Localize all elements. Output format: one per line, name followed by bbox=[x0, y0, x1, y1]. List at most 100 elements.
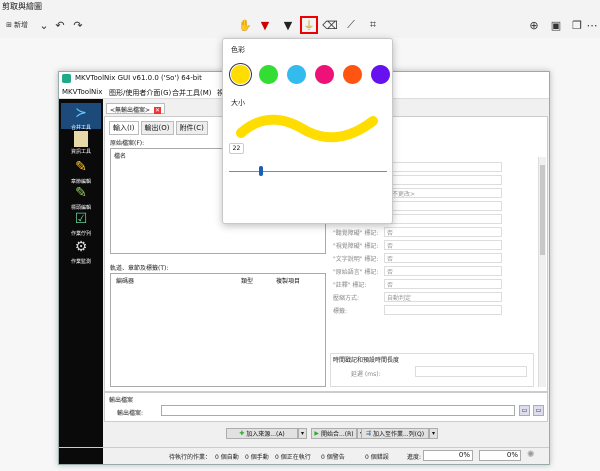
sub-tabs: 輸入(I) 輸出(O) 附件(C) bbox=[109, 121, 208, 135]
property-row: 標籤: bbox=[330, 304, 536, 316]
browse-folder-icon[interactable]: ▭ bbox=[533, 405, 544, 416]
status-manual: 0 個手動 bbox=[245, 454, 269, 461]
property-label: "視覺障礙" 標記: bbox=[333, 243, 379, 250]
delay-label: 延遲 (ms): bbox=[351, 371, 381, 378]
touch-write-icon[interactable]: ✋ bbox=[237, 17, 253, 33]
property-value[interactable]: 否 bbox=[384, 266, 502, 276]
stroke-preview bbox=[236, 114, 378, 143]
property-value[interactable]: 自動判定 bbox=[384, 292, 502, 302]
output-file-input[interactable] bbox=[161, 405, 515, 416]
property-value[interactable] bbox=[384, 175, 502, 185]
color-swatch[interactable] bbox=[315, 65, 334, 84]
output-section: 輸出檔案 輸出檔案: ▭ ▭ bbox=[104, 392, 548, 422]
property-row: "聽覺障礙" 標記: 否 bbox=[330, 226, 536, 238]
property-value[interactable]: 否 bbox=[384, 214, 502, 224]
color-swatch[interactable] bbox=[287, 65, 306, 84]
timing-title: 時間戳記和預設時間長度 bbox=[333, 357, 400, 364]
mkv-sidebar: ≻ 合并工具 資訊工具 ✎ 章節編輯 ✎ 標頭編輯 ☑ 作業佇列 ⚙ 作業監測 bbox=[59, 99, 103, 464]
highlighter-icon[interactable]: ⏚ bbox=[300, 16, 318, 34]
status-auto: 0 個自動 bbox=[215, 454, 239, 461]
status-warnings: 0 個警告 bbox=[321, 454, 345, 461]
stroke-preview-path bbox=[236, 114, 378, 143]
menu-mkvtoolnix[interactable]: MKVToolNix bbox=[62, 88, 102, 96]
tab-output[interactable]: 輸出(O) bbox=[140, 121, 174, 135]
timing-section: 時間戳記和預設時間長度 延遲 (ms): bbox=[330, 353, 534, 387]
property-value[interactable] bbox=[384, 305, 502, 315]
side-header[interactable]: ✎ 標頭編輯 bbox=[61, 183, 101, 211]
side-info[interactable]: 資訊工具 bbox=[61, 131, 101, 155]
progress-box-1: 0% bbox=[423, 450, 473, 461]
delay-input[interactable] bbox=[415, 366, 527, 377]
menu-gui[interactable]: 图形/使用者介面(G) bbox=[109, 88, 171, 98]
output-file-label: 輸出檔案: bbox=[117, 410, 144, 417]
tab-input[interactable]: 輸入(I) bbox=[109, 121, 139, 135]
status-running: 0 個正在執行 bbox=[275, 454, 311, 461]
side-queue[interactable]: ☑ 作業佇列 bbox=[61, 209, 101, 237]
property-value[interactable]: 否 bbox=[384, 253, 502, 263]
property-label: "文字說明" 標記: bbox=[333, 256, 379, 263]
property-value[interactable]: 否 bbox=[384, 227, 502, 237]
ballpoint-pen-icon[interactable]: ▼ bbox=[257, 17, 273, 33]
status-progress-label: 進度: bbox=[407, 454, 422, 461]
status-errors: 0 個錯誤 bbox=[365, 454, 389, 461]
doc-tab[interactable]: <無輸出檔案> ✕ bbox=[106, 103, 166, 114]
col-type: 類型 bbox=[241, 278, 254, 285]
zoom-icon[interactable]: ⊕ bbox=[526, 17, 542, 33]
pencil-icon[interactable]: ▼ bbox=[280, 17, 296, 33]
side-merge[interactable]: ≻ 合并工具 bbox=[61, 103, 101, 131]
mkv-app-icon bbox=[62, 74, 71, 83]
add-source-button[interactable]: ✚ 加入來源...(A) bbox=[226, 428, 298, 439]
property-label: 壓縮方式: bbox=[333, 295, 360, 302]
color-swatch[interactable] bbox=[259, 65, 278, 84]
size-label: 大小 bbox=[231, 99, 245, 107]
save-file-icon[interactable]: ▭ bbox=[519, 405, 530, 416]
property-value[interactable]: 是 bbox=[384, 201, 502, 211]
property-row: "註釋" 標記: 否 bbox=[330, 278, 536, 290]
add-job-dropdown[interactable]: ▾ bbox=[429, 428, 438, 439]
play-icon: ▶ bbox=[314, 430, 320, 437]
crop-icon[interactable]: ⌗ bbox=[365, 17, 381, 33]
property-value[interactable]: 是 bbox=[384, 162, 502, 172]
new-button[interactable]: ⊞ 新增 bbox=[2, 17, 32, 33]
copy-icon[interactable]: ❐ bbox=[569, 17, 585, 33]
side-monitor[interactable]: ⚙ 作業監測 bbox=[61, 237, 101, 265]
add-source-dropdown[interactable]: ▾ bbox=[298, 428, 307, 439]
col-codec: 編碼器 bbox=[116, 278, 135, 285]
job-queue-icon: ☑ bbox=[74, 211, 88, 227]
color-swatch[interactable] bbox=[231, 65, 250, 84]
start-mux-button[interactable]: ▶ 開始合...(R) bbox=[311, 428, 357, 439]
add-job-button[interactable]: ⇶ 加入至作業...列(Q) bbox=[361, 428, 429, 439]
plus-icon: ✚ bbox=[239, 430, 245, 437]
tab-attachments[interactable]: 附件(C) bbox=[175, 121, 208, 135]
properties-scrollbar[interactable] bbox=[538, 157, 546, 387]
ruler-icon[interactable]: ⟋ bbox=[343, 17, 359, 33]
chevron-down-icon[interactable]: ⌄ bbox=[36, 17, 52, 33]
undo-icon[interactable]: ↶ bbox=[52, 17, 68, 33]
color-swatch[interactable] bbox=[343, 65, 362, 84]
color-label: 色彩 bbox=[231, 46, 245, 54]
col-copy: 複製項目 bbox=[276, 278, 301, 285]
toolbar: ⊞ 新增 ⌄ ↶ ↷ ✋ ▼ ▼ ⏚ ⌫ ⟋ ⌗ ⊕ ▣ ❐ ⋯ bbox=[0, 12, 600, 38]
eraser-icon[interactable]: ⌫ bbox=[322, 17, 338, 33]
close-icon[interactable]: ✕ bbox=[153, 107, 162, 114]
output-section-title: 輸出檔案 bbox=[109, 397, 134, 404]
property-label: "原始語言" 標記: bbox=[333, 269, 379, 276]
tracks-list[interactable]: 編碼器 類型 複製項目 bbox=[110, 273, 326, 387]
size-slider-thumb[interactable] bbox=[259, 166, 263, 176]
spinner-icon: ✺ bbox=[527, 450, 535, 460]
property-value[interactable]: 否 bbox=[384, 240, 502, 250]
size-slider[interactable] bbox=[229, 171, 387, 172]
property-label: "聽覺障礙" 標記: bbox=[333, 230, 379, 237]
side-chapter[interactable]: ✎ 章節編輯 bbox=[61, 157, 101, 185]
chapter-editor-icon: ✎ bbox=[75, 159, 87, 175]
property-value[interactable]: <不更改> bbox=[384, 188, 502, 198]
new-icon: ⊞ bbox=[6, 21, 12, 29]
redo-icon[interactable]: ↷ bbox=[70, 17, 86, 33]
more-icon[interactable]: ⋯ bbox=[584, 17, 600, 33]
progress-box-2: 0% bbox=[479, 450, 521, 461]
col-filename: 檔名 bbox=[114, 153, 127, 160]
color-swatch[interactable] bbox=[371, 65, 390, 84]
menu-merge[interactable]: 合并工具(M) bbox=[172, 88, 212, 98]
property-value[interactable]: 否 bbox=[384, 279, 502, 289]
save-icon[interactable]: ▣ bbox=[548, 17, 564, 33]
